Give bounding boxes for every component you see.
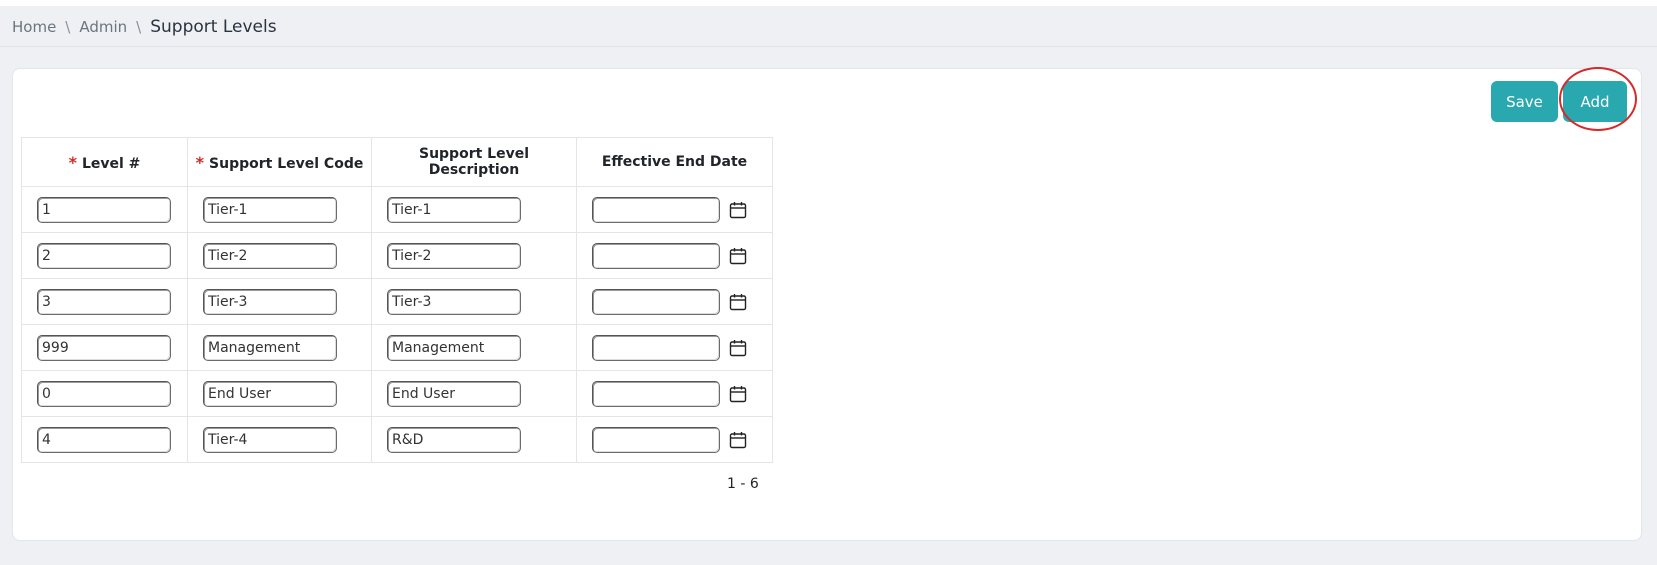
date-picker bbox=[592, 334, 772, 361]
support-level-code-input[interactable] bbox=[203, 196, 337, 223]
end-date-cell bbox=[576, 416, 773, 463]
column-header-code: * Support Level Code bbox=[187, 137, 372, 187]
code-cell bbox=[187, 232, 372, 279]
table-row bbox=[21, 232, 773, 279]
support-level-description-input[interactable] bbox=[387, 288, 521, 315]
effective-end-date-input[interactable] bbox=[592, 288, 720, 315]
table-row bbox=[21, 278, 773, 325]
support-level-code-input[interactable] bbox=[203, 334, 337, 361]
support-level-code-input[interactable] bbox=[203, 242, 337, 269]
end-date-cell bbox=[576, 324, 773, 371]
code-cell bbox=[187, 324, 372, 371]
calendar-icon[interactable] bbox=[729, 431, 747, 449]
level-cell bbox=[21, 232, 188, 279]
calendar-icon[interactable] bbox=[729, 385, 747, 403]
column-header-label: Support Level Description bbox=[418, 146, 530, 178]
level-cell bbox=[21, 186, 188, 233]
page-background: Home \ Admin \ Support Levels Save Add *… bbox=[0, 6, 1657, 565]
table-row bbox=[21, 370, 773, 417]
support-level-code-input[interactable] bbox=[203, 288, 337, 315]
level-input[interactable] bbox=[37, 288, 171, 315]
support-level-description-input[interactable] bbox=[387, 242, 521, 269]
required-marker: * bbox=[195, 152, 205, 172]
date-picker bbox=[592, 288, 772, 315]
code-cell bbox=[187, 416, 372, 463]
code-cell bbox=[187, 370, 372, 417]
column-header-level: * Level # bbox=[21, 137, 188, 187]
support-level-description-input[interactable] bbox=[387, 426, 521, 453]
end-date-cell bbox=[576, 186, 773, 233]
level-input[interactable] bbox=[37, 196, 171, 223]
effective-end-date-input[interactable] bbox=[592, 426, 720, 453]
effective-end-date-input[interactable] bbox=[592, 380, 720, 407]
date-picker bbox=[592, 196, 772, 223]
save-button[interactable]: Save bbox=[1491, 81, 1558, 122]
calendar-icon[interactable] bbox=[729, 339, 747, 357]
support-levels-card: Save Add * Level # * Support Level Code Su… bbox=[12, 67, 1642, 541]
level-input[interactable] bbox=[37, 334, 171, 361]
column-header-label: Support Level Code bbox=[209, 155, 364, 172]
calendar-icon[interactable] bbox=[729, 247, 747, 265]
support-level-description-input[interactable] bbox=[387, 196, 521, 223]
end-date-cell bbox=[576, 232, 773, 279]
column-header-description: Support Level Description bbox=[371, 137, 577, 187]
date-picker bbox=[592, 242, 772, 269]
support-level-code-input[interactable] bbox=[203, 426, 337, 453]
pagination-range: 1 - 6 bbox=[727, 476, 759, 492]
end-date-cell bbox=[576, 370, 773, 417]
support-level-description-input[interactable] bbox=[387, 334, 521, 361]
breadcrumb-separator: \ bbox=[65, 18, 71, 36]
required-marker: * bbox=[68, 152, 77, 172]
code-cell bbox=[187, 278, 372, 325]
table-row bbox=[21, 324, 773, 371]
table-row bbox=[21, 416, 773, 463]
description-cell bbox=[371, 232, 577, 279]
effective-end-date-input[interactable] bbox=[592, 334, 720, 361]
level-cell bbox=[21, 370, 188, 417]
breadcrumb-current: Support Levels bbox=[150, 17, 277, 37]
support-level-description-input[interactable] bbox=[387, 380, 521, 407]
breadcrumb-separator: \ bbox=[136, 18, 142, 36]
support-levels-table: * Level # * Support Level Code Support Lev… bbox=[21, 137, 773, 463]
date-picker bbox=[592, 426, 772, 453]
level-input[interactable] bbox=[37, 380, 171, 407]
table-row bbox=[21, 186, 773, 233]
support-level-code-input[interactable] bbox=[203, 380, 337, 407]
column-header-end-date: Effective End Date bbox=[576, 137, 773, 187]
description-cell bbox=[371, 324, 577, 371]
date-picker bbox=[592, 380, 772, 407]
level-cell bbox=[21, 416, 188, 463]
effective-end-date-input[interactable] bbox=[592, 196, 720, 223]
header-divider bbox=[0, 46, 1657, 47]
breadcrumb-home[interactable]: Home bbox=[12, 18, 56, 36]
add-button[interactable]: Add bbox=[1563, 81, 1627, 122]
end-date-cell bbox=[576, 278, 773, 325]
table-header-row: * Level # * Support Level Code Support Lev… bbox=[21, 137, 773, 187]
level-input[interactable] bbox=[37, 242, 171, 269]
level-input[interactable] bbox=[37, 426, 171, 453]
code-cell bbox=[187, 186, 372, 233]
level-cell bbox=[21, 324, 188, 371]
calendar-icon[interactable] bbox=[729, 201, 747, 219]
level-cell bbox=[21, 278, 188, 325]
description-cell bbox=[371, 278, 577, 325]
effective-end-date-input[interactable] bbox=[592, 242, 720, 269]
description-cell bbox=[371, 186, 577, 233]
breadcrumb: Home \ Admin \ Support Levels bbox=[12, 16, 277, 38]
description-cell bbox=[371, 370, 577, 417]
breadcrumb-admin[interactable]: Admin bbox=[79, 18, 127, 36]
table-body bbox=[21, 186, 773, 463]
column-header-label: Effective End Date bbox=[601, 154, 748, 170]
column-header-label: Level # bbox=[81, 155, 141, 172]
description-cell bbox=[371, 416, 577, 463]
calendar-icon[interactable] bbox=[729, 293, 747, 311]
